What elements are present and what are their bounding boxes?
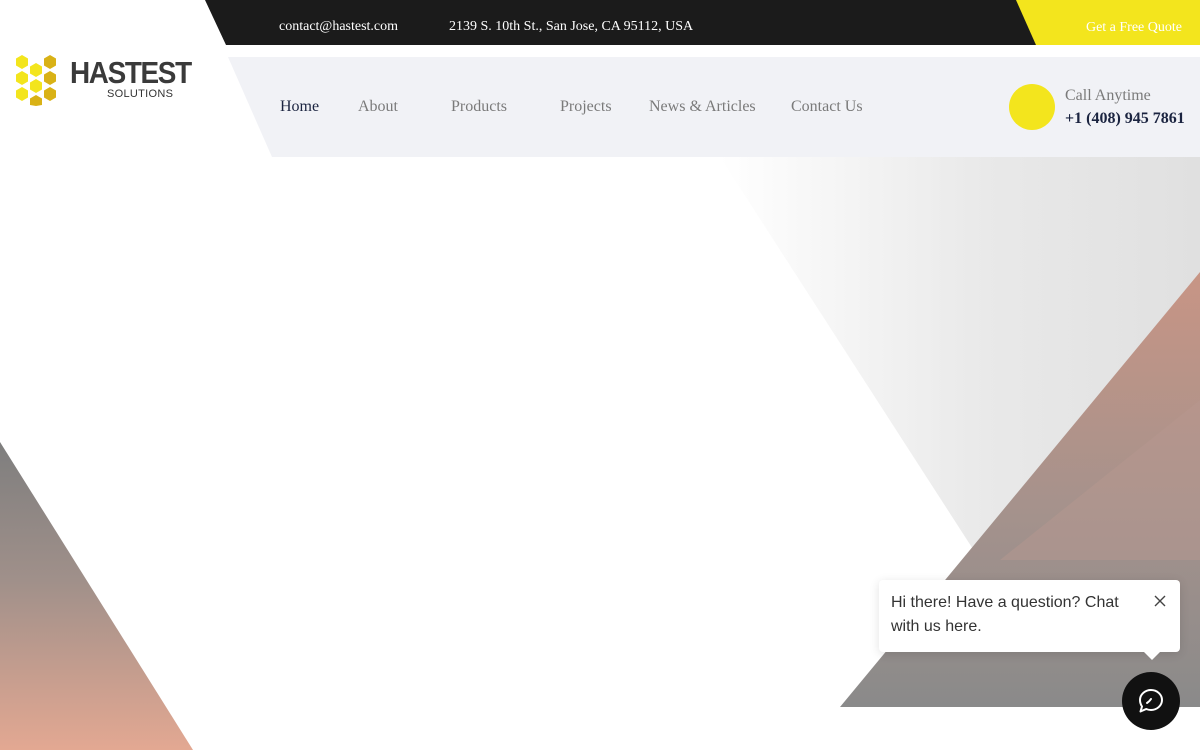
nav-item-home[interactable]: Home xyxy=(280,97,319,117)
nav-item-about[interactable]: About xyxy=(358,97,398,117)
nav-item-products[interactable]: Products xyxy=(451,97,507,117)
chat-greeting-popup[interactable]: Hi there! Have a question? Chat with us … xyxy=(879,580,1180,652)
free-quote-link[interactable]: Get a Free Quote xyxy=(1086,19,1182,37)
nav-item-contact-us[interactable]: Contact Us xyxy=(791,97,863,117)
address-text: 2139 S. 10th St., San Jose, CA 95112, US… xyxy=(449,19,694,34)
close-icon[interactable] xyxy=(1152,593,1168,609)
chat-popup-tail xyxy=(1142,650,1162,660)
nav-item-projects[interactable]: Projects xyxy=(560,97,612,117)
main-nav: Home About Products Projects News & Arti… xyxy=(0,97,900,117)
phone-icon-circle xyxy=(1009,84,1055,130)
rose-gray-shape-left xyxy=(0,442,193,750)
chat-greeting-text: Hi there! Have a question? Chat with us … xyxy=(891,594,1119,635)
contact-email-link[interactable]: contact@hastest.com xyxy=(279,18,398,36)
logo-wordmark: HASTEST xyxy=(70,55,192,90)
chat-launcher-button[interactable] xyxy=(1122,672,1180,730)
nav-item-news-articles[interactable]: News & Articles xyxy=(649,97,756,117)
call-anytime-label: Call Anytime xyxy=(1065,87,1151,104)
phone-number-link[interactable]: +1 (408) 945 7861 xyxy=(1065,109,1185,129)
chat-icon xyxy=(1139,689,1163,713)
top-bar: contact@hastest.com 2139 S. 10th St., Sa… xyxy=(0,0,1200,45)
